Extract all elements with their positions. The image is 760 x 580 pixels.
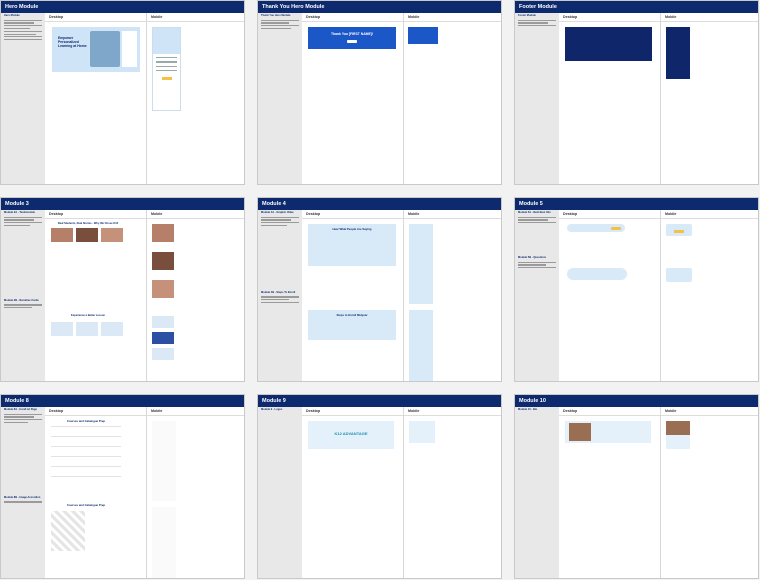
image-accordion-desktop: Courses and Catalogue Prep bbox=[51, 503, 121, 578]
panel-title: Module 4 bbox=[258, 198, 501, 210]
icon-list-mobile bbox=[152, 421, 176, 501]
mobile-column: Mobile bbox=[404, 13, 501, 184]
graphic-value-desktop: Hear What People Are Saying bbox=[308, 224, 396, 266]
mobile-column: Mobile bbox=[147, 210, 244, 381]
panel-title: Footer Module bbox=[515, 1, 758, 13]
bio-mobile bbox=[666, 421, 690, 449]
desktop-column: Desktop bbox=[559, 13, 661, 184]
notes-column: Module 8A - Icon/List Page Module 8B - I… bbox=[1, 407, 45, 578]
next-best-info-desktop bbox=[567, 224, 625, 232]
panel-module-3: Module 3 Module 3A - Testimonials Module… bbox=[0, 197, 245, 382]
testimonials-desktop: Real Students, Real Stories - Why We Cho… bbox=[51, 222, 125, 256]
steps-to-enroll-desktop: Steps to Enroll Midyear bbox=[308, 310, 396, 340]
panel-title: Module 5 bbox=[515, 198, 758, 210]
mobile-column: Mobile bbox=[661, 407, 758, 578]
logo-banner-mobile bbox=[409, 421, 435, 443]
panel-module-5: Module 5 Module 5A - Next Best Info Modu… bbox=[514, 197, 759, 382]
panel-module-10: Module 10 Module 10 - Bio Desktop Mobile bbox=[514, 394, 759, 579]
questions-desktop bbox=[567, 268, 627, 280]
mobile-column: Mobile bbox=[404, 210, 501, 381]
desktop-column: Desktop Empower Personalized Learning at… bbox=[45, 13, 147, 184]
notes-column: Thank You Hero Module bbox=[258, 13, 302, 184]
panel-module-9: Module 9 Module 9 - Logos Desktop K12 AD… bbox=[257, 394, 502, 579]
panel-title: Module 8 bbox=[1, 395, 244, 407]
narrative-cards-desktop: Experience a Better Lesson bbox=[51, 314, 125, 344]
desktop-column: Desktop bbox=[559, 210, 661, 381]
mobile-column: Mobile bbox=[147, 407, 244, 578]
mobile-column: Mobile bbox=[661, 13, 758, 184]
panel-module-4: Module 4 Module 4A - Graphic Value Modul… bbox=[257, 197, 502, 382]
panel-title: Module 3 bbox=[1, 198, 244, 210]
hero-mobile-preview bbox=[152, 27, 181, 111]
thank-you-banner-mobile bbox=[408, 27, 438, 44]
notes-column: Footer Module bbox=[515, 13, 559, 184]
panel-title: Thank You Hero Module bbox=[258, 1, 501, 13]
panel-module-8: Module 8 Module 8A - Icon/List Page Modu… bbox=[0, 394, 245, 579]
footer-mobile-preview bbox=[666, 27, 690, 79]
panel-title: Module 10 bbox=[515, 395, 758, 407]
testimonials-mobile bbox=[152, 224, 174, 310]
desktop-column: Desktop Real Students, Real Stories - Wh… bbox=[45, 210, 147, 381]
notes-column: Module 3A - Testimonials Module 3B - Nar… bbox=[1, 210, 45, 381]
graphic-value-mobile bbox=[409, 224, 433, 304]
panel-title: Module 9 bbox=[258, 395, 501, 407]
notes-column: Module 4A - Graphic Value Module 4B - St… bbox=[258, 210, 302, 381]
bio-desktop bbox=[565, 421, 651, 443]
panel-thank-you-hero-module: Thank You Hero Module Thank You Hero Mod… bbox=[257, 0, 502, 185]
hero-desktop-preview: Empower Personalized Learning at Home bbox=[52, 27, 140, 72]
notes-column: Hero Module bbox=[1, 13, 45, 184]
mobile-column: Mobile bbox=[661, 210, 758, 381]
narrative-cards-mobile bbox=[152, 316, 174, 380]
mobile-column: Mobile bbox=[147, 13, 244, 184]
panel-hero-module: Hero Module Hero Module Desktop Empower … bbox=[0, 0, 245, 185]
panel-footer-module: Footer Module Footer Module Desktop Mobi… bbox=[514, 0, 759, 185]
notes-column: Module 5A - Next Best Info Module 5B - Q… bbox=[515, 210, 559, 381]
desktop-column: Desktop Hear What People Are Saying Step… bbox=[302, 210, 404, 381]
logo-banner-desktop: K12 ADVANTAGE bbox=[308, 421, 394, 449]
steps-to-enroll-mobile bbox=[409, 310, 433, 381]
desktop-column: Desktop K12 ADVANTAGE bbox=[302, 407, 404, 578]
desktop-column: Desktop Courses and Catalogue Prep Cours… bbox=[45, 407, 147, 578]
questions-mobile bbox=[666, 268, 692, 282]
desktop-column: Desktop Thank You [FIRST NAME]! bbox=[302, 13, 404, 184]
image-accordion-mobile bbox=[152, 507, 176, 578]
desktop-column: Desktop bbox=[559, 407, 661, 578]
panel-title: Hero Module bbox=[1, 1, 244, 13]
notes-column: Module 9 - Logos bbox=[258, 407, 302, 578]
thank-you-banner-desktop: Thank You [FIRST NAME]! bbox=[308, 27, 396, 49]
footer-desktop-preview bbox=[565, 27, 652, 61]
notes-column: Module 10 - Bio bbox=[515, 407, 559, 578]
mobile-column: Mobile bbox=[404, 407, 501, 578]
next-best-info-mobile bbox=[666, 224, 692, 236]
icon-list-desktop: Courses and Catalogue Prep bbox=[51, 419, 121, 499]
